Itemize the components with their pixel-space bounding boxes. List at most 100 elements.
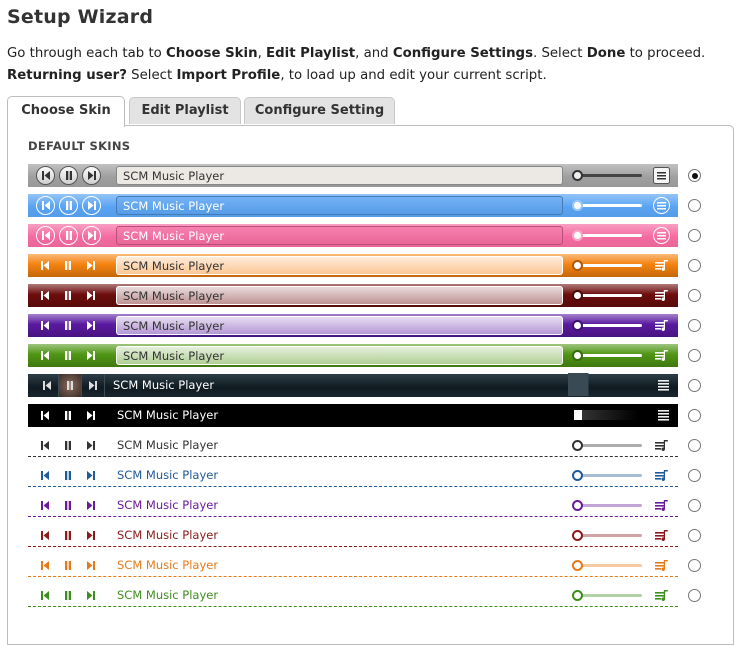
previous-button[interactable] (36, 286, 55, 305)
volume-slider[interactable] (572, 499, 644, 512)
pause-button[interactable] (59, 166, 78, 185)
skin-radio[interactable] (688, 499, 701, 512)
playlist-button[interactable] (653, 467, 670, 484)
previous-button[interactable] (36, 436, 55, 455)
next-button[interactable] (82, 196, 101, 215)
next-button[interactable] (82, 226, 101, 245)
skin-radio[interactable] (688, 319, 701, 332)
volume-knob[interactable] (572, 530, 583, 541)
next-button[interactable] (82, 436, 101, 455)
pause-button[interactable] (59, 406, 78, 425)
playlist-button[interactable] (653, 347, 670, 364)
volume-knob[interactable] (572, 260, 583, 271)
volume-knob[interactable] (572, 470, 583, 481)
volume-slider[interactable] (572, 319, 644, 332)
next-button[interactable] (82, 346, 101, 365)
playlist-button[interactable] (653, 257, 670, 274)
playlist-button[interactable] (653, 557, 670, 574)
skin-radio[interactable] (688, 559, 701, 572)
volume-slider[interactable] (574, 410, 638, 420)
previous-button[interactable] (36, 166, 55, 185)
volume-slider[interactable] (572, 529, 644, 542)
previous-button[interactable] (36, 556, 55, 575)
playlist-button[interactable] (653, 167, 670, 184)
next-button[interactable] (82, 406, 101, 425)
volume-slider[interactable] (572, 439, 644, 452)
skin-radio[interactable] (688, 529, 701, 542)
volume-slider[interactable] (572, 289, 644, 302)
next-button[interactable] (82, 374, 105, 397)
playlist-button[interactable] (653, 287, 670, 304)
next-button[interactable] (82, 526, 101, 545)
pause-button[interactable] (59, 286, 78, 305)
tab-configure-setting[interactable]: Configure Setting (244, 97, 395, 124)
next-button[interactable] (82, 496, 101, 515)
playlist-button[interactable] (653, 317, 670, 334)
volume-knob[interactable] (572, 170, 583, 181)
pause-button[interactable] (59, 526, 78, 545)
playlist-button[interactable] (655, 407, 672, 424)
pause-button[interactable] (59, 196, 78, 215)
volume-knob[interactable] (572, 230, 583, 241)
volume-knob[interactable] (572, 290, 583, 301)
volume-slider[interactable] (572, 259, 644, 272)
volume-slider[interactable] (572, 589, 644, 602)
next-button[interactable] (82, 316, 101, 335)
skin-radio[interactable] (688, 469, 701, 482)
playlist-button[interactable] (653, 227, 670, 244)
previous-button[interactable] (36, 226, 55, 245)
pause-button[interactable] (59, 346, 78, 365)
pause-button[interactable] (59, 256, 78, 275)
volume-slider[interactable] (572, 229, 644, 242)
previous-button[interactable] (36, 256, 55, 275)
previous-button[interactable] (36, 496, 55, 515)
skin-radio[interactable] (688, 439, 701, 452)
volume-slider[interactable] (572, 169, 644, 182)
previous-button[interactable] (36, 526, 55, 545)
skin-radio[interactable] (688, 379, 701, 392)
previous-button[interactable] (36, 196, 55, 215)
playlist-button[interactable] (653, 197, 670, 214)
pause-button[interactable] (59, 374, 82, 397)
skin-radio[interactable] (688, 349, 701, 362)
next-button[interactable] (82, 256, 101, 275)
pause-button[interactable] (59, 586, 78, 605)
pause-button[interactable] (59, 556, 78, 575)
playlist-button[interactable] (655, 377, 672, 394)
skin-radio[interactable] (688, 289, 701, 302)
volume-knob[interactable] (572, 500, 583, 511)
previous-button[interactable] (36, 346, 55, 365)
volume-knob[interactable] (572, 200, 583, 211)
volume-knob[interactable] (572, 350, 583, 361)
previous-button[interactable] (36, 374, 59, 397)
tab-edit-playlist[interactable]: Edit Playlist (129, 97, 241, 124)
skin-radio[interactable] (688, 199, 701, 212)
volume-slider[interactable] (572, 469, 644, 482)
previous-button[interactable] (36, 316, 55, 335)
previous-button[interactable] (36, 406, 55, 425)
volume-slider[interactable] (572, 349, 644, 362)
volume-slider[interactable] (572, 199, 644, 212)
skin-radio[interactable] (688, 169, 701, 182)
next-button[interactable] (82, 286, 101, 305)
previous-button[interactable] (36, 586, 55, 605)
volume-knob[interactable] (572, 440, 583, 451)
next-button[interactable] (82, 556, 101, 575)
playlist-button[interactable] (653, 437, 670, 454)
pause-button[interactable] (59, 466, 78, 485)
previous-button[interactable] (36, 466, 55, 485)
pause-button[interactable] (59, 316, 78, 335)
next-button[interactable] (82, 586, 101, 605)
playlist-button[interactable] (653, 497, 670, 514)
next-button[interactable] (82, 466, 101, 485)
skin-radio[interactable] (688, 259, 701, 272)
playlist-button[interactable] (653, 527, 670, 544)
volume-slider[interactable] (568, 373, 647, 396)
pause-button[interactable] (59, 436, 78, 455)
next-button[interactable] (82, 166, 101, 185)
skin-radio[interactable] (688, 409, 701, 422)
volume-knob[interactable] (572, 590, 583, 601)
skin-radio[interactable] (688, 229, 701, 242)
volume-knob[interactable] (572, 320, 583, 331)
volume-slider[interactable] (572, 559, 644, 572)
